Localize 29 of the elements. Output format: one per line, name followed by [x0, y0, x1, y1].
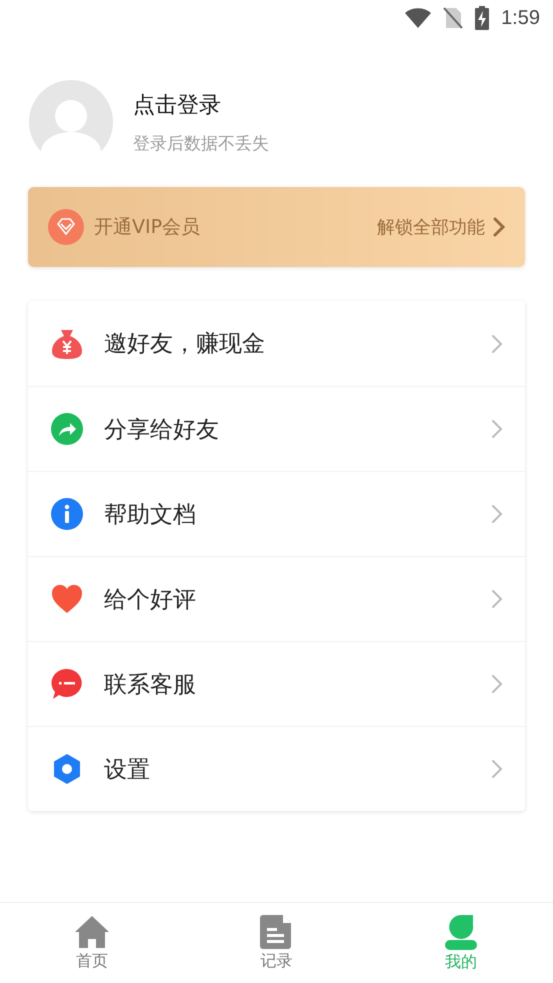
chevron-right-icon — [491, 334, 503, 354]
login-hint: 登录后数据不丢失 — [133, 132, 269, 154]
login-prompt[interactable]: 点击登录 — [133, 90, 269, 120]
nav-tab[interactable]: 记录 — [184, 903, 369, 983]
battery-charging-icon — [475, 6, 490, 30]
menu-item[interactable]: 帮助文档 — [28, 471, 525, 556]
menu-item[interactable]: 联系客服 — [28, 641, 525, 726]
document-icon — [260, 914, 292, 948]
info-icon — [50, 497, 84, 531]
menu-item[interactable]: 设置 — [28, 726, 525, 811]
person-icon — [444, 914, 478, 950]
vip-label: 开通VIP会员 — [94, 215, 202, 240]
wifi-icon — [405, 8, 432, 28]
home-icon — [74, 914, 110, 948]
chevron-right-icon — [491, 759, 503, 779]
chevron-right-icon — [493, 217, 505, 237]
menu-item[interactable]: 给个好评 — [28, 556, 525, 641]
status-time: 1:59 — [501, 6, 540, 30]
chevron-right-icon — [491, 504, 503, 524]
chevron-right-icon — [491, 589, 503, 609]
nav-tab[interactable]: 首页 — [0, 903, 184, 983]
chevron-right-icon — [491, 419, 503, 439]
menu-item[interactable]: 分享给好友 — [28, 386, 525, 471]
avatar-placeholder-icon[interactable] — [29, 80, 113, 164]
chevron-right-icon — [491, 674, 503, 694]
chat-bubble-icon — [50, 667, 84, 701]
no-sim-icon — [443, 7, 464, 29]
menu-item[interactable]: 邀好友，赚现金 — [28, 301, 525, 386]
heart-icon — [50, 582, 84, 616]
